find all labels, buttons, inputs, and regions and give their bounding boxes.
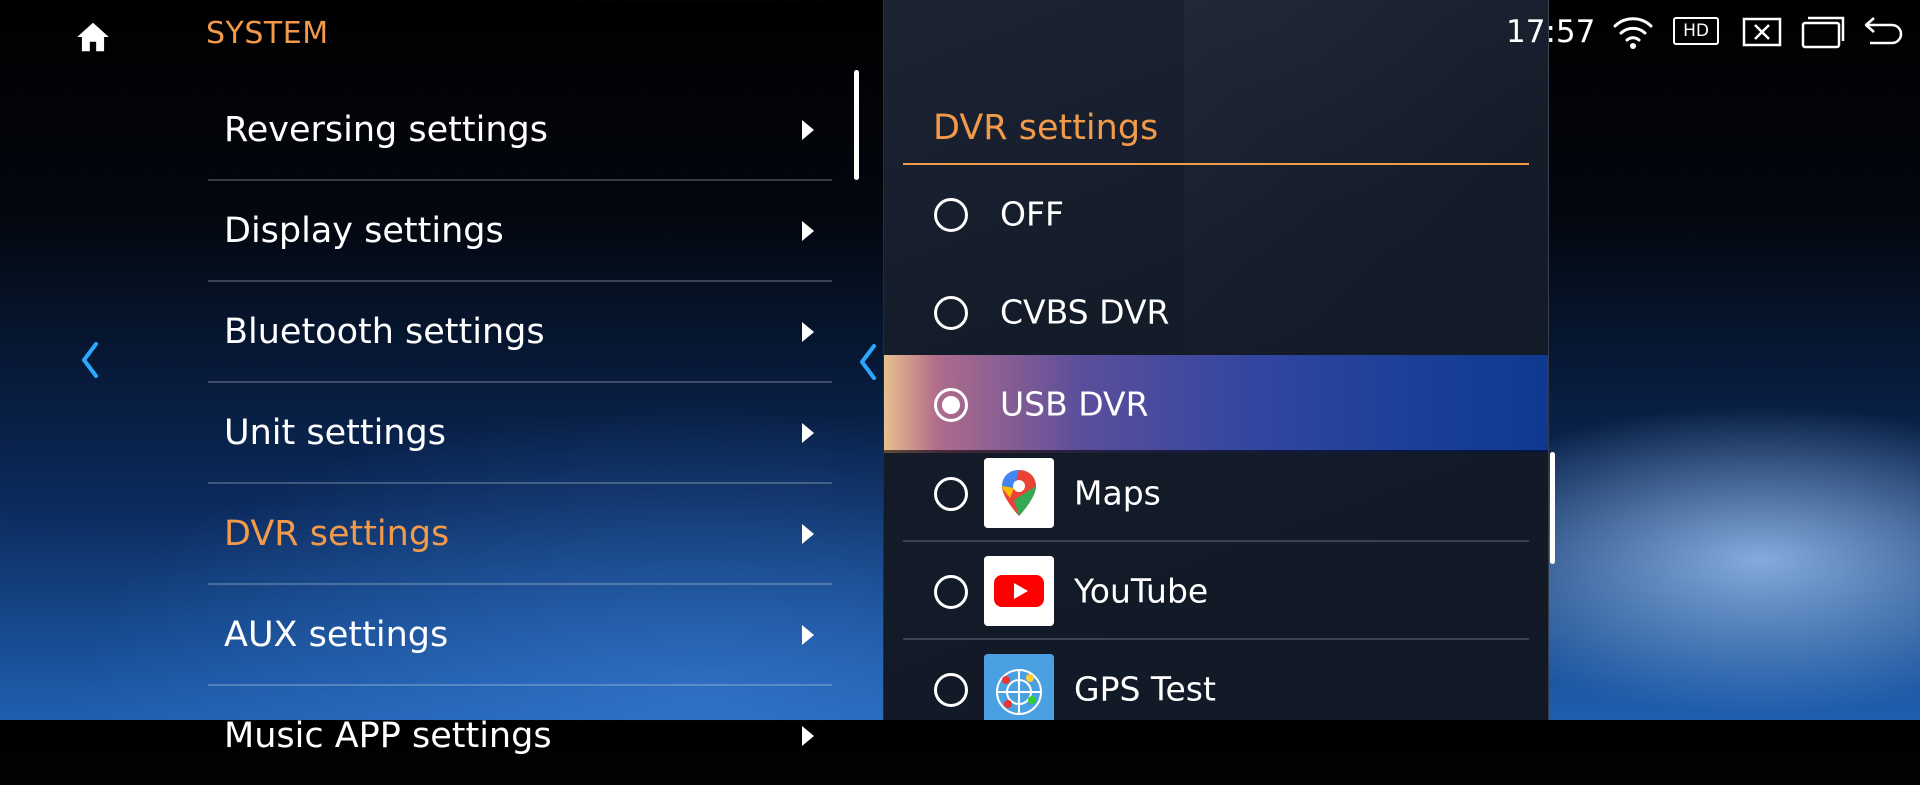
dvr-settings-panel: DVR settings OFF CVBS DVR USB DVR Maps Y… xyxy=(883,0,1549,720)
menu-item-label: DVR settings xyxy=(224,513,450,554)
panel-title: DVR settings xyxy=(933,108,1159,148)
menu-item-unit-settings[interactable]: Unit settings xyxy=(208,383,832,484)
home-icon[interactable] xyxy=(74,18,112,56)
radio-button[interactable] xyxy=(934,673,968,707)
option-usb-dvr[interactable]: USB DVR xyxy=(884,355,1548,453)
close-box-icon[interactable] xyxy=(1741,14,1783,50)
radio-button[interactable] xyxy=(934,296,968,330)
arrow-right-icon xyxy=(802,422,814,443)
gps-test-icon xyxy=(984,654,1054,720)
options-scrollbar[interactable] xyxy=(1550,452,1555,564)
arrow-right-icon xyxy=(802,624,814,645)
option-label: Maps xyxy=(1074,473,1161,513)
arrow-right-icon xyxy=(802,220,814,241)
back-icon[interactable] xyxy=(1862,14,1906,50)
wifi-icon xyxy=(1613,17,1653,49)
option-off[interactable]: OFF xyxy=(884,165,1548,263)
clock: 17:57 xyxy=(1506,14,1596,50)
menu-item-label: Music APP settings xyxy=(224,715,552,756)
radio-button[interactable] xyxy=(934,198,968,232)
menu-item-label: AUX settings xyxy=(224,614,449,655)
hd-badge[interactable]: HD xyxy=(1673,17,1719,45)
menu-item-music-app-settings[interactable]: Music APP settings xyxy=(208,686,832,785)
menu-item-label: Unit settings xyxy=(224,412,446,453)
option-label: YouTube xyxy=(1074,571,1209,611)
arrow-right-icon xyxy=(802,725,814,746)
option-cvbs-dvr[interactable]: CVBS DVR xyxy=(884,263,1548,361)
arrow-right-icon xyxy=(802,321,814,342)
menu-item-label: Bluetooth settings xyxy=(224,311,545,352)
menu-item-reversing-settings[interactable]: Reversing settings xyxy=(208,80,832,181)
radio-button-selected[interactable] xyxy=(934,388,968,422)
menu-item-label: Display settings xyxy=(224,210,504,251)
arrow-right-icon xyxy=(802,523,814,544)
back-chevron-icon[interactable] xyxy=(856,342,880,382)
menu-item-bluetooth-settings[interactable]: Bluetooth settings xyxy=(208,282,832,383)
option-label: USB DVR xyxy=(1000,384,1149,424)
option-maps[interactable]: Maps xyxy=(884,444,1548,542)
radio-button[interactable] xyxy=(934,575,968,609)
option-label: GPS Test xyxy=(1074,669,1216,709)
arrow-right-icon xyxy=(802,119,814,140)
menu-item-label: Reversing settings xyxy=(224,109,548,150)
option-label: CVBS DVR xyxy=(1000,292,1170,332)
option-youtube[interactable]: YouTube xyxy=(884,542,1548,640)
menu-item-display-settings[interactable]: Display settings xyxy=(208,181,832,282)
menu-item-dvr-settings[interactable]: DVR settings xyxy=(208,484,832,585)
radio-button[interactable] xyxy=(934,477,968,511)
page-title: SYSTEM xyxy=(206,16,329,51)
menu-item-aux-settings[interactable]: AUX settings xyxy=(208,585,832,686)
google-maps-icon xyxy=(984,458,1054,528)
recent-apps-icon[interactable] xyxy=(1800,14,1846,50)
menu-scrollbar[interactable] xyxy=(854,70,859,180)
youtube-icon xyxy=(984,556,1054,626)
back-chevron-icon[interactable] xyxy=(78,340,102,380)
settings-menu: Reversing settings Display settings Blue… xyxy=(208,80,832,785)
option-gps-test[interactable]: GPS Test xyxy=(884,640,1548,720)
option-label: OFF xyxy=(1000,194,1064,234)
